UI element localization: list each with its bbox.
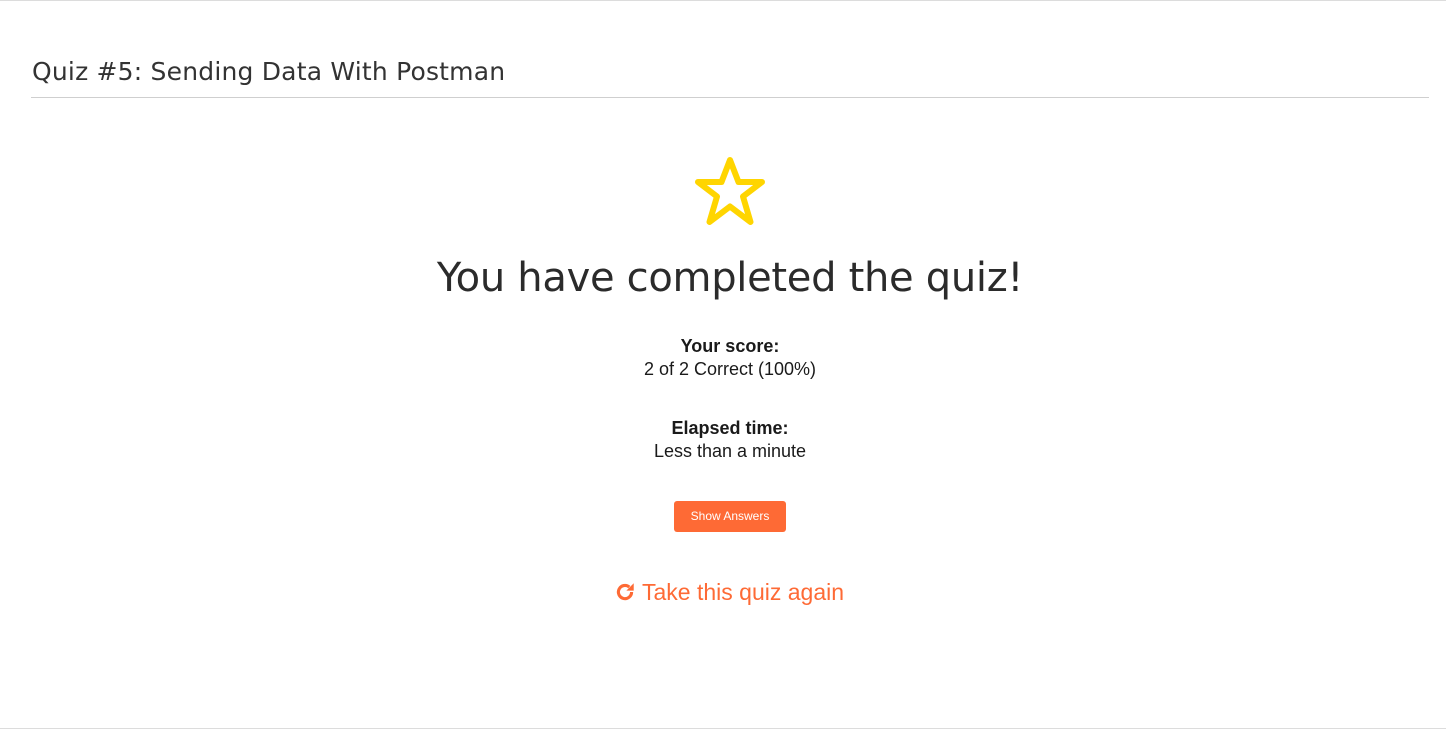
elapsed-time-value: Less than a minute <box>653 441 807 461</box>
quiz-title: Quiz #5: Sending Data With Postman <box>32 57 506 86</box>
elapsed-time-label: Elapsed time: <box>671 418 789 438</box>
retake-quiz-link[interactable]: Take this quiz again <box>614 577 844 607</box>
bottom-divider <box>0 728 1446 729</box>
top-divider <box>0 0 1446 1</box>
retake-quiz-label: Take this quiz again <box>642 578 845 605</box>
redo-icon <box>616 583 634 601</box>
show-answers-button[interactable]: Show Answers <box>674 501 786 532</box>
title-divider <box>31 97 1429 98</box>
score-value: 2 of 2 Correct (100%) <box>643 359 817 379</box>
completion-heading: You have completed the quiz! <box>436 255 1024 301</box>
star-outline-icon <box>695 157 765 225</box>
score-label: Your score: <box>680 336 780 356</box>
